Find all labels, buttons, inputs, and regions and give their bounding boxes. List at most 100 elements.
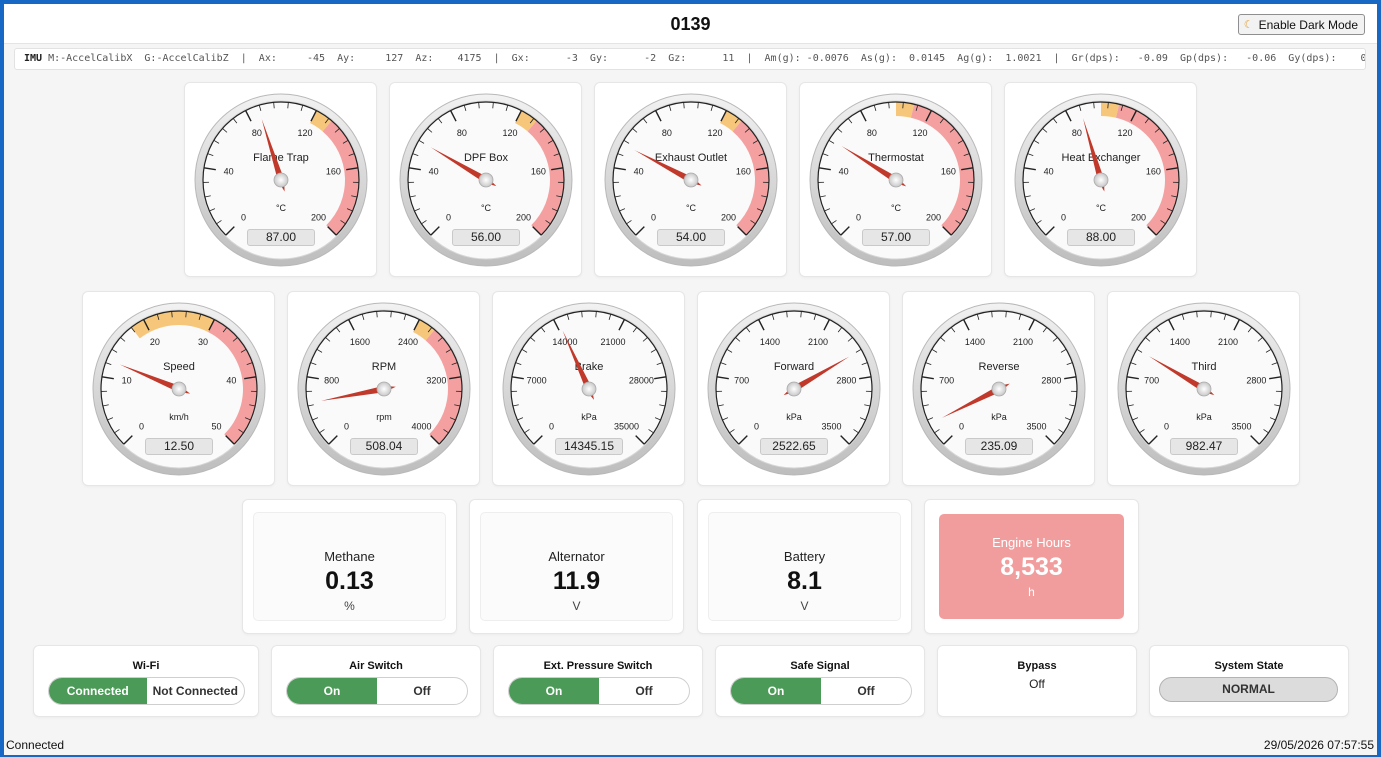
gauge-tick-label: 20 [150,337,160,347]
gauge-card-forward: 0 700 1400 2100 2800 3500 Forward kPa 2522.65 [697,291,890,486]
gauge-tick-label: 3200 [426,376,446,386]
gauge-tick-label: 50 [211,421,221,431]
gauge-tick-label: 40 [429,167,439,177]
gauge-card-dpf-box: 0 40 80 120 160 200 DPF Box °C 56.00 [389,82,582,277]
gauge-warning-band [1101,102,1120,118]
gauge-readout: 87.00 [247,229,315,246]
gauge-tick-label: 40 [224,167,234,177]
gauge-svg: 0 10 20 30 40 50 Speed km/h [92,302,266,476]
gauge-hub [478,172,494,188]
gauge-tick-label: 120 [1118,128,1133,138]
air-switch-off-option[interactable]: Off [377,678,467,704]
datetime-display: 29/05/2026 07:57:55 [1263,738,1374,752]
gauge-title: Reverse [979,361,1020,373]
switch-title: Bypass [1017,660,1057,672]
gauge-minor-tick [390,311,392,318]
gauge-tick-label: 2100 [1013,337,1033,347]
gauge-tick-label: 160 [531,167,546,177]
gauge-minor-tick [800,311,802,318]
wifi-connected-option[interactable]: Connected [49,678,147,704]
gauge-minor-tick [492,102,494,109]
gauge-minor-tick [1093,102,1095,109]
gauge-card-brake: 0 7000 14000 21000 28000 35000 Brake kPa 14345.1… [492,291,685,486]
switch-title: Safe Signal [790,660,850,672]
gauge-tick-label: 0 [446,212,451,222]
bypass-value: Off [1029,677,1045,691]
gauge-tick-label: 700 [1144,376,1159,386]
switch-card-safe-signal: Safe Signal On Off [715,645,925,717]
metric-value: 11.9 [552,567,601,595]
gauge-hub [991,381,1007,397]
wifi-not-connected-option[interactable]: Not Connected [147,678,245,704]
gauge-tick-label: 2800 [836,376,856,386]
gauge-tick-label: 21000 [601,337,626,347]
imu-tag: IMU [24,53,43,64]
metric-card-engine-hours: Engine Hours 8,533 h [924,499,1139,634]
gauge-minor-tick [287,102,289,109]
gauge-tick-label: 30 [198,337,208,347]
safe-signal-on-option[interactable]: On [731,678,821,704]
gauge-title: DPF Box [464,152,509,164]
gauge-svg: 0 40 80 120 160 200 DPF Box °C [399,93,573,267]
metric-value: 0.13 [325,567,374,595]
gauge-title: Heat Exchanger [1062,152,1141,164]
gauge-readout: 235.09 [965,438,1033,455]
gauge-hub [171,381,187,397]
gauge-unit: °C [276,203,287,213]
switch-title: Air Switch [349,660,403,672]
gauge-tick-label: 40 [839,167,849,177]
gauge-tick-label: 0 [1061,212,1066,222]
gauge-tick-label: 160 [326,167,341,177]
gauge-hub [1196,381,1212,397]
gauge-minor-tick [786,311,788,318]
gauge-minor-tick [991,311,993,318]
gauge-tick-label: 1400 [760,337,780,347]
gauge-tick-label: 0 [344,421,349,431]
metric-card-battery: Battery 8.1 V [697,499,912,634]
safe-signal-off-option[interactable]: Off [821,678,911,704]
gauge-tick-label: 120 [298,128,313,138]
gauge-unit: kPa [991,412,1007,422]
air-switch-on-option[interactable]: On [287,678,377,704]
gauge-title: Forward [774,361,814,373]
switch-title: System State [1214,660,1284,672]
gauge-tick-label: 35000 [614,421,639,431]
ext-pressure-on-option[interactable]: On [509,678,599,704]
metric-card-methane: Methane 0.13 % [242,499,457,634]
gauge-title: RPM [372,361,396,373]
gauge-tick-label: 3500 [1231,421,1251,431]
gauge-tick-label: 2800 [1246,376,1266,386]
gauge-tick-label: 40 [226,376,236,386]
gauge-tick-label: 200 [1131,212,1146,222]
page-title: 0139 [670,14,711,34]
dark-mode-button[interactable]: ☾ Enable Dark Mode [1237,14,1365,35]
gauge-svg: 0 40 80 120 160 200 Heat Exchanger °C [1014,93,1188,267]
gauge-tick-label: 1400 [1170,337,1190,347]
gauge-minor-tick [697,102,699,109]
gauge-card-rpm: 0 800 1600 2400 3200 4000 RPM rpm 508.04 [287,291,480,486]
gauge-minor-tick [1196,311,1198,318]
gauge-svg: 0 800 1600 2400 3200 4000 RPM rpm [297,302,471,476]
gauge-tick-label: 80 [662,128,672,138]
gauge-tick-label: 0 [241,212,246,222]
gauge-tick-label: 120 [503,128,518,138]
imu-readings: M:-AccelCalibX G:-AccelCalibZ | Ax: -45 … [42,53,1366,64]
metric-label: Engine Hours [992,535,1071,550]
gauge-minor-tick [902,102,904,109]
metric-value: 8,533 [1000,553,1063,581]
gauge-tick-label: 1400 [965,337,985,347]
ext-pressure-off-option[interactable]: Off [599,678,689,704]
gauge-tick-label: 2800 [1041,376,1061,386]
gauge-minor-tick [185,311,187,318]
gauge-tick-label: 3500 [1026,421,1046,431]
gauge-tick-label: 40 [634,167,644,177]
air-switch-toggle: On Off [286,677,468,705]
gauge-tick-label: 200 [721,212,736,222]
gauge-minor-tick [273,102,275,109]
gauge-hub [273,172,289,188]
metric-unit: % [344,599,355,613]
gauge-tick-label: 0 [1164,421,1169,431]
gauge-card-exhaust-outlet: 0 40 80 120 160 200 Exhaust Outlet °C 54.00 [594,82,787,277]
safe-signal-toggle: On Off [730,677,912,705]
metric-card-alternator: Alternator 11.9 V [469,499,684,634]
